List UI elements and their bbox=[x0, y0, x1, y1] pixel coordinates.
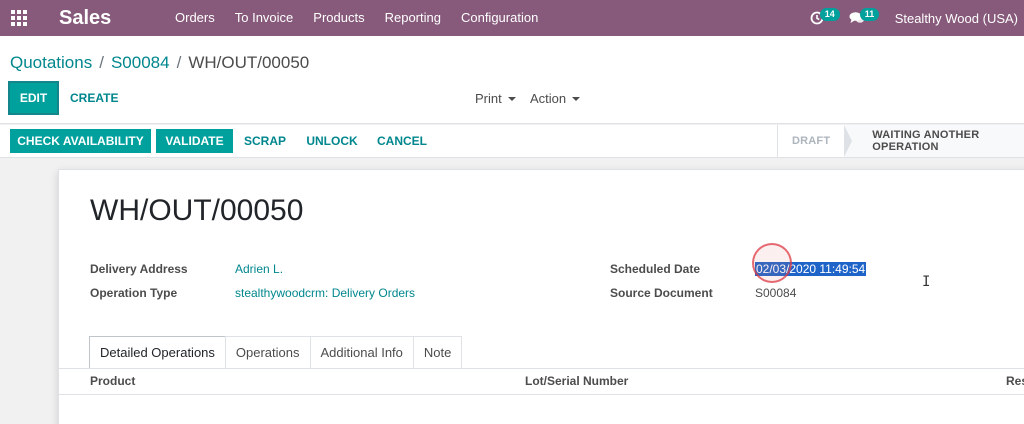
form-statusbar: CHECK AVAILABILITY VALIDATE SCRAP UNLOCK… bbox=[0, 125, 1024, 158]
action-dropdown[interactable]: Action bbox=[530, 91, 581, 106]
form-sheet: WH/OUT/00050 Delivery Address Adrien L. … bbox=[58, 169, 1024, 424]
source-document-label: Source Document bbox=[610, 286, 713, 300]
delivery-address-label: Delivery Address bbox=[90, 262, 188, 276]
top-navbar: Sales Orders To Invoice Products Reporti… bbox=[0, 0, 1024, 36]
validate-button[interactable]: VALIDATE bbox=[156, 129, 233, 153]
stage-waiting-another-operation: WAITING ANOTHER OPERATION bbox=[844, 125, 1024, 157]
table-header: Product Lot/Serial Number Res bbox=[59, 369, 1024, 395]
column-product[interactable]: Product bbox=[90, 374, 135, 388]
menu-reporting[interactable]: Reporting bbox=[375, 0, 451, 36]
menu-orders[interactable]: Orders bbox=[165, 0, 225, 36]
operation-type-value[interactable]: stealthywoodcrm: Delivery Orders bbox=[235, 286, 415, 300]
control-panel: Quotations / S00084 / WH/OUT/00050 EDIT … bbox=[0, 36, 1024, 124]
tab-detailed-operations[interactable]: Detailed Operations bbox=[89, 336, 226, 368]
scrap-button[interactable]: SCRAP bbox=[240, 129, 290, 153]
stage-draft: DRAFT bbox=[778, 125, 853, 157]
breadcrumb-separator: / bbox=[176, 53, 182, 72]
delivery-address-value[interactable]: Adrien L. bbox=[235, 262, 283, 276]
status-pipeline: DRAFT WAITING ANOTHER OPERATION bbox=[777, 125, 1024, 157]
action-label: Action bbox=[530, 91, 567, 106]
messages-badge: 11 bbox=[859, 8, 880, 21]
activity-menu[interactable]: 14 bbox=[797, 0, 840, 36]
unlock-button[interactable]: UNLOCK bbox=[302, 129, 362, 153]
systray: 14 11 Stealthy Wood (USA) bbox=[797, 0, 1024, 36]
column-lot-serial-number[interactable]: Lot/Serial Number bbox=[525, 374, 628, 388]
menu-to-invoice[interactable]: To Invoice bbox=[225, 0, 304, 36]
menu-products[interactable]: Products bbox=[303, 0, 374, 36]
breadcrumb: Quotations / S00084 / WH/OUT/00050 bbox=[10, 53, 309, 73]
messaging-menu[interactable]: 11 bbox=[837, 0, 880, 36]
operation-type-label: Operation Type bbox=[90, 286, 178, 300]
company-switcher[interactable]: Stealthy Wood (USA) bbox=[895, 11, 1018, 26]
notebook-tabs: Detailed Operations Operations Additiona… bbox=[89, 336, 463, 368]
edit-button[interactable]: EDIT bbox=[8, 81, 59, 115]
breadcrumb-current: WH/OUT/00050 bbox=[188, 53, 310, 72]
caret-down-icon bbox=[507, 96, 516, 101]
app-name[interactable]: Sales bbox=[59, 7, 155, 30]
apps-menu-icon[interactable] bbox=[1, 0, 37, 36]
check-availability-button[interactable]: CHECK AVAILABILITY bbox=[10, 129, 151, 153]
text-cursor-icon: I bbox=[922, 274, 931, 290]
column-reserved[interactable]: Res bbox=[1006, 374, 1024, 388]
source-document-value: S00084 bbox=[755, 286, 797, 300]
create-button[interactable]: CREATE bbox=[70, 91, 118, 105]
click-indicator bbox=[752, 243, 792, 283]
scheduled-date-label: Scheduled Date bbox=[610, 262, 701, 276]
tab-additional-info[interactable]: Additional Info bbox=[309, 336, 414, 368]
tab-note[interactable]: Note bbox=[412, 336, 463, 368]
main-menu: Orders To Invoice Products Reporting Con… bbox=[165, 0, 548, 36]
menu-configuration[interactable]: Configuration bbox=[451, 0, 548, 36]
caret-down-icon bbox=[572, 96, 581, 101]
tab-operations[interactable]: Operations bbox=[224, 336, 311, 368]
breadcrumb-quotations[interactable]: Quotations bbox=[10, 53, 92, 73]
print-dropdown[interactable]: Print bbox=[475, 91, 516, 106]
cancel-button[interactable]: CANCEL bbox=[373, 129, 431, 153]
record-title: WH/OUT/00050 bbox=[90, 194, 304, 227]
breadcrumb-sale-order[interactable]: S00084 bbox=[111, 53, 170, 73]
print-label: Print bbox=[475, 91, 502, 106]
breadcrumb-separator: / bbox=[99, 53, 104, 72]
